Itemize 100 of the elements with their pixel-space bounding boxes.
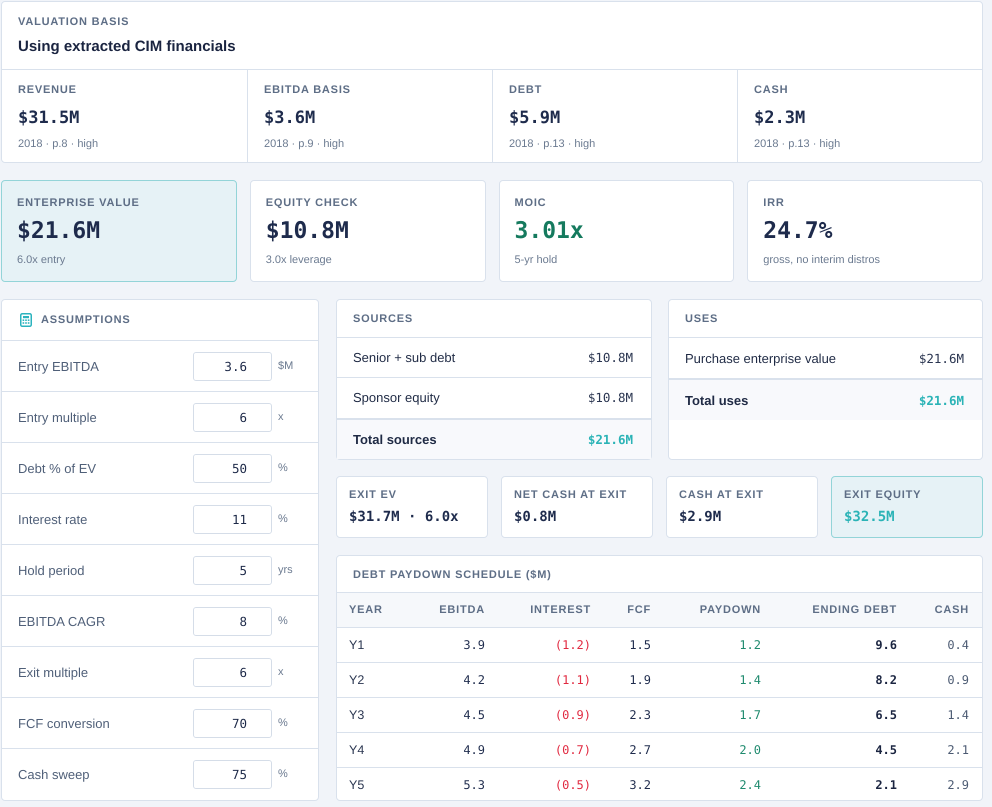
- unit-label: %: [278, 462, 289, 474]
- line-item-amount: $21.6M: [918, 350, 964, 366]
- table-cell: 2.9: [897, 768, 982, 800]
- card-title: USES: [684, 312, 720, 327]
- column-header: YEAR: [337, 592, 427, 628]
- source-note: 2018 · p.13 · high: [509, 137, 596, 151]
- total-amount: $21.6M: [918, 392, 964, 408]
- metric-label: EXIT EQUITY: [844, 488, 922, 503]
- number-input[interactable]: 8: [193, 606, 272, 636]
- column-header: ENDING DEBT: [761, 592, 897, 628]
- field-label: Interest rate: [18, 512, 88, 526]
- table-cell: (0.9): [485, 698, 591, 732]
- field-label: Exit multiple: [18, 664, 90, 680]
- table-cell: 2.1: [897, 732, 982, 768]
- table-cell: 2.3: [591, 698, 651, 732]
- kpi-note: 6.0x entry: [17, 253, 66, 267]
- field-label: Hold period: [18, 562, 86, 578]
- metric-value: $31.5M: [18, 107, 80, 129]
- metric-label: REVENUE: [18, 83, 78, 98]
- table-cell: 2.4: [651, 768, 761, 800]
- section-title: Using extracted CIM financials: [18, 37, 237, 57]
- unit-label: x: [278, 666, 284, 678]
- kpi-note: 3.0x leverage: [266, 253, 333, 267]
- line-item-amount: $10.8M: [588, 390, 633, 406]
- table-cell: 1.2: [651, 628, 761, 662]
- panel-title: ASSUMPTIONS: [41, 313, 130, 328]
- number-input[interactable]: 11: [193, 504, 272, 534]
- table-cell: 5.3: [427, 768, 485, 800]
- metric-value: $32.5M: [844, 508, 896, 527]
- table-cell: 4.9: [427, 732, 485, 768]
- field-label: Entry EBITDA: [18, 358, 100, 374]
- kpi-label: EQUITY CHECK: [266, 196, 360, 211]
- source-note: 2018 · p.9 · high: [264, 137, 346, 151]
- table-cell: (1.2): [485, 628, 591, 662]
- metric-value: $2.9M: [679, 508, 722, 527]
- column-header: INTEREST: [485, 592, 591, 628]
- total-label: Total sources: [353, 432, 437, 447]
- metric-label: EXIT EV: [349, 488, 398, 503]
- field-label: Debt % of EV: [18, 460, 98, 476]
- column-header: FCF: [591, 592, 651, 628]
- table-cell: (0.5): [485, 768, 591, 800]
- unit-label: x: [278, 411, 284, 423]
- field-label: FCF conversion: [18, 716, 111, 730]
- table-cell: 6.5: [761, 698, 897, 732]
- kpi-value: $21.6M: [17, 217, 102, 246]
- unit-label: %: [278, 768, 289, 780]
- number-input[interactable]: 3.6: [193, 352, 272, 380]
- field-label: Cash sweep: [18, 766, 91, 782]
- total-label: Total uses: [685, 392, 748, 408]
- source-note: 2018 · p.8 · high: [18, 137, 100, 151]
- number-input[interactable]: 6: [193, 658, 272, 686]
- table-cell: 2.1: [761, 768, 897, 800]
- kpi-note: gross, no interim distros: [763, 253, 882, 267]
- metric-value: $2.3M: [754, 107, 806, 129]
- kpi-note: 5-yr hold: [514, 253, 558, 267]
- number-input[interactable]: 70: [193, 708, 272, 738]
- table-cell: 1.9: [591, 662, 651, 698]
- section-label: VALUATION BASIS: [18, 15, 130, 30]
- table-cell: Y1: [337, 628, 427, 662]
- metric-label: DEBT: [509, 83, 544, 98]
- number-input[interactable]: 6: [193, 402, 272, 432]
- card-title: SOURCES: [352, 312, 414, 327]
- metric-label: EBITDA BASIS: [264, 83, 352, 98]
- table-cell: Y4: [337, 732, 427, 768]
- table-cell: 3.9: [427, 628, 485, 662]
- table-cell: 4.5: [427, 698, 485, 732]
- number-input[interactable]: 5: [193, 556, 272, 584]
- kpi-label: IRR: [763, 196, 786, 211]
- kpi-label: MOIC: [514, 196, 548, 211]
- line-item-label: Purchase enterprise value: [685, 350, 836, 366]
- table-cell: 1.4: [897, 698, 982, 732]
- table-cell: 1.4: [651, 662, 761, 698]
- table-cell: (0.7): [485, 732, 591, 768]
- table-cell: (1.1): [485, 662, 591, 698]
- metric-label: CASH AT EXIT: [679, 488, 765, 503]
- unit-label: %: [278, 513, 289, 525]
- line-item-amount: $10.8M: [588, 350, 633, 365]
- number-input[interactable]: 75: [193, 760, 272, 788]
- unit-label: $M: [278, 360, 294, 372]
- field-label: EBITDA CAGR: [18, 614, 106, 628]
- unit-label: %: [278, 717, 289, 729]
- table-cell: 4.2: [427, 662, 485, 698]
- metric-value: $5.9M: [509, 107, 562, 129]
- kpi-value: $10.8M: [266, 217, 350, 246]
- table-cell: 0.9: [897, 662, 982, 698]
- kpi-label: ENTERPRISE VALUE: [17, 196, 141, 211]
- unit-label: yrs: [278, 564, 294, 576]
- metric-label: CASH: [754, 83, 790, 98]
- total-amount: $21.6M: [588, 432, 633, 447]
- source-note: 2018 · p.13 · high: [754, 137, 842, 151]
- calculator-icon: [20, 313, 32, 327]
- metric-value: $31.7M · 6.0x: [349, 508, 460, 527]
- number-input[interactable]: 50: [193, 454, 272, 482]
- table-cell: 2.0: [651, 732, 761, 768]
- kpi-value: 24.7%: [763, 217, 834, 246]
- card-title: DEBT PAYDOWN SCHEDULE ($M): [352, 568, 553, 583]
- table-cell: 1.7: [651, 698, 761, 732]
- table-cell: 0.4: [897, 628, 982, 662]
- metric-label: NET CASH AT EXIT: [514, 488, 628, 503]
- table-cell: 4.5: [761, 732, 897, 768]
